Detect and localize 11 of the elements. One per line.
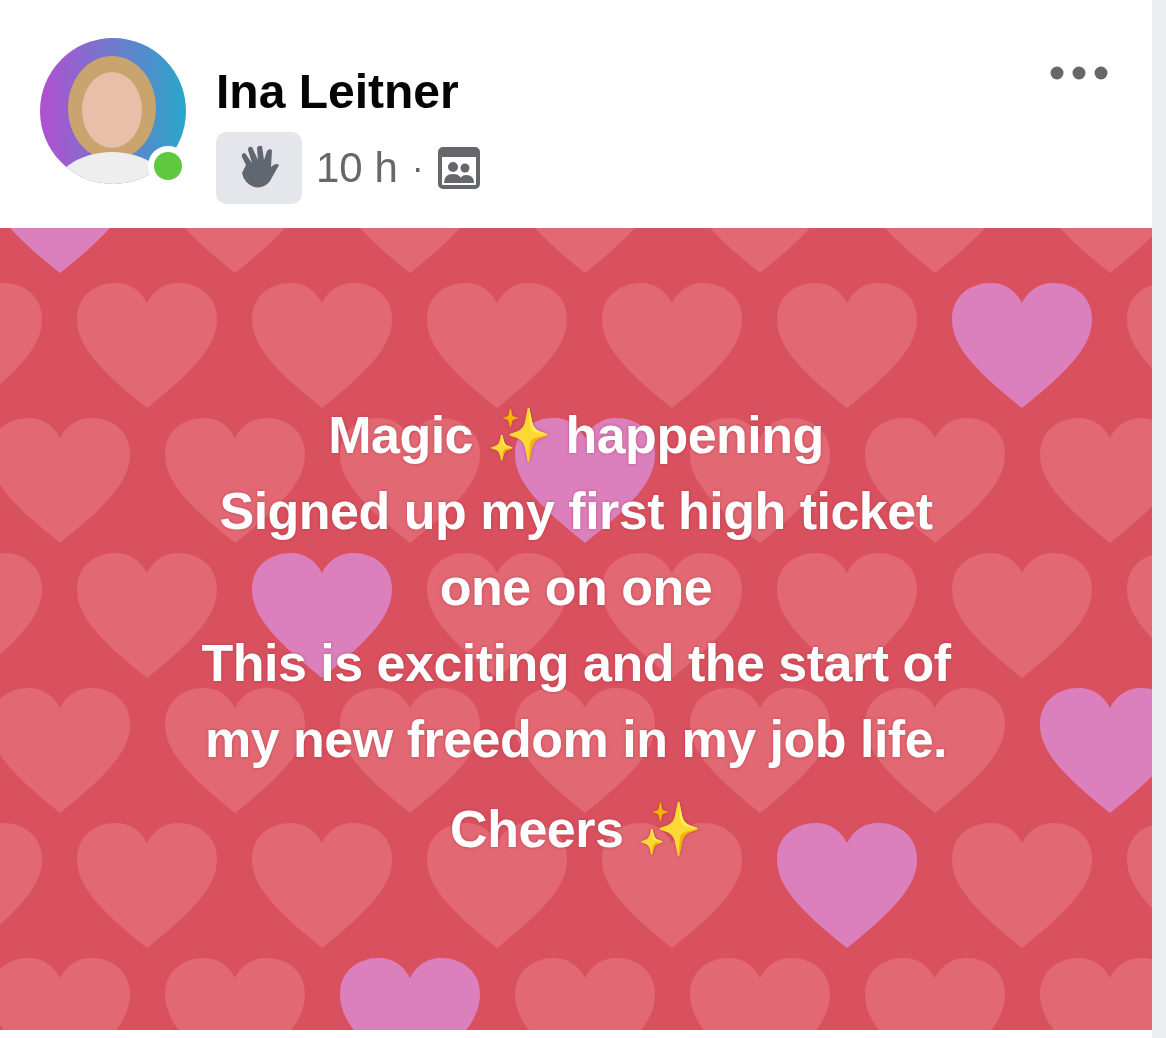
- author-name[interactable]: Ina Leitner: [216, 64, 480, 120]
- post-text-line: Cheers ✨: [450, 799, 702, 860]
- group-icon: [437, 147, 480, 189]
- post-text-line: This is exciting and the start of: [201, 633, 951, 694]
- post-text-line: Magic ✨ happening: [328, 405, 824, 466]
- post-text-line: my new freedom in my job life.: [204, 709, 947, 770]
- more-options-icon[interactable]: [1050, 66, 1108, 80]
- post-text-line: one on one: [439, 557, 713, 618]
- post-time[interactable]: 10 h: [316, 144, 398, 192]
- separator-dot: ·: [411, 147, 424, 189]
- wave-badge[interactable]: [216, 132, 302, 204]
